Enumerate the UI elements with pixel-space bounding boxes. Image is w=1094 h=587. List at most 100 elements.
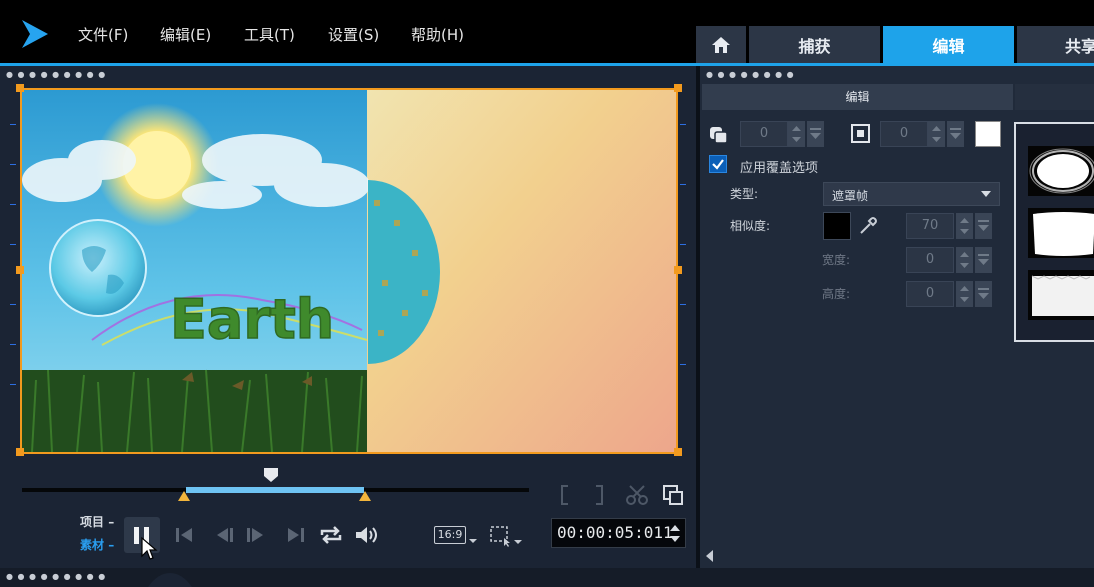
stepper-up-down[interactable] xyxy=(788,121,805,147)
ruler-tick xyxy=(10,244,16,245)
ruler-tick xyxy=(680,364,686,365)
similarity-stepper[interactable] xyxy=(956,213,992,239)
stepper-dropdown[interactable] xyxy=(975,247,992,273)
shadow-stepper[interactable] xyxy=(928,121,964,147)
key-color-swatch[interactable] xyxy=(823,212,851,240)
border-width-input[interactable]: 0 xyxy=(740,121,788,147)
overlay-type-select[interactable]: 遮罩帧 xyxy=(823,182,1000,206)
resize-handle[interactable] xyxy=(674,266,682,274)
panel-grip[interactable]: ● ● ● ● ● ● ● ● xyxy=(706,70,795,79)
border-color-swatch[interactable] xyxy=(975,121,1001,147)
height-stepper[interactable] xyxy=(956,281,992,307)
resize-handle[interactable] xyxy=(16,266,24,274)
ruler-tick xyxy=(680,124,686,125)
shadow-input[interactable]: 0 xyxy=(880,121,928,147)
options-panel: ● ● ● ● ● ● ● ● 编辑 0 0 应用覆盖选项 类型: 遮罩帧 相似… xyxy=(700,66,1094,568)
resize-handle[interactable] xyxy=(16,448,24,456)
collapse-panel-arrow-icon[interactable] xyxy=(706,550,713,562)
ruler-tick xyxy=(10,304,16,305)
stepper-arrows-icon xyxy=(792,126,801,142)
timecode-stepper-icon[interactable] xyxy=(668,522,682,546)
resize-handle[interactable] xyxy=(16,84,24,92)
mask-frame-thumbnail[interactable] xyxy=(1028,208,1094,258)
similarity-input[interactable]: 70 xyxy=(906,213,954,239)
video-editor-window: 文件(F) 编辑(E) 工具(T) 设置(S) 帮助(H) 捕获 编辑 共享 ●… xyxy=(0,0,1094,587)
border-width-stepper[interactable] xyxy=(788,121,824,147)
stepper-up-down[interactable] xyxy=(928,121,945,147)
type-label: 类型: xyxy=(730,187,759,201)
height-input[interactable]: 0 xyxy=(906,281,954,307)
tab-capture[interactable]: 捕获 xyxy=(749,26,880,64)
ruler-tick xyxy=(10,384,16,385)
previous-frame-icon[interactable] xyxy=(212,525,236,545)
apply-overlay-checkbox[interactable] xyxy=(709,155,727,173)
stepper-arrows-icon xyxy=(960,218,969,234)
app-logo-icon xyxy=(22,20,48,48)
stepper-arrows-icon xyxy=(932,126,941,142)
tab-edit[interactable]: 编辑 xyxy=(883,26,1014,64)
menu-tools[interactable]: 工具(T) xyxy=(244,24,295,45)
video-preview[interactable]: Earth xyxy=(20,88,678,454)
volume-icon[interactable] xyxy=(353,524,381,546)
width-stepper[interactable] xyxy=(956,247,992,273)
timecode-display[interactable]: 00:00:05:011 xyxy=(551,518,686,548)
stepper-dropdown[interactable] xyxy=(975,213,992,239)
width-input[interactable]: 0 xyxy=(906,247,954,273)
next-frame-icon[interactable] xyxy=(244,525,268,545)
ruler-tick xyxy=(680,184,686,185)
preview-frame: Earth xyxy=(22,90,676,452)
stepper-dropdown[interactable] xyxy=(975,281,992,307)
split-clip-icon[interactable] xyxy=(624,484,650,506)
tab-home[interactable] xyxy=(696,26,746,64)
stepper-up-down[interactable] xyxy=(956,213,973,239)
mask-frame-thumbnail[interactable] xyxy=(1028,270,1094,320)
chevron-down-icon xyxy=(810,128,821,139)
mask-frame-gallery xyxy=(1014,122,1094,342)
aspect-ratio-button[interactable]: 16:9 xyxy=(434,526,466,544)
eyedropper-icon[interactable] xyxy=(858,216,878,236)
overlay-type-value: 遮罩帧 xyxy=(832,189,869,203)
panel-grip[interactable]: ● ● ● ● ● ● ● ● ● xyxy=(6,70,106,79)
mark-in-handle[interactable] xyxy=(178,491,190,501)
resize-handle[interactable] xyxy=(674,84,682,92)
options-tab-secondary[interactable] xyxy=(1015,84,1094,110)
zoom-select-icon[interactable] xyxy=(488,524,524,548)
project-mode-label[interactable]: 项目 – xyxy=(80,513,114,530)
chevron-down-icon[interactable] xyxy=(468,538,478,544)
stepper-arrows-icon xyxy=(960,286,969,302)
resize-handle[interactable] xyxy=(674,448,682,456)
tab-share[interactable]: 共享 xyxy=(1017,26,1094,64)
options-tab-edit[interactable]: 编辑 xyxy=(702,84,1013,110)
mouse-cursor-icon xyxy=(141,536,158,560)
stepper-arrows-icon xyxy=(960,252,969,268)
check-icon xyxy=(712,159,724,170)
mark-out-icon[interactable] xyxy=(592,484,606,506)
mask-frame-thumbnail[interactable] xyxy=(1028,146,1094,196)
playhead-handle[interactable] xyxy=(263,467,279,483)
workspace-tabs: 捕获 编辑 共享 xyxy=(696,26,1094,64)
player-panel: ● ● ● ● ● ● ● ● ● Earth 项目 – 素材 – 16:9 0… xyxy=(0,66,696,568)
mark-out-handle[interactable] xyxy=(359,491,371,501)
repeat-icon[interactable] xyxy=(318,524,344,546)
enlarge-preview-icon[interactable] xyxy=(662,484,684,506)
stepper-up-down[interactable] xyxy=(956,247,973,273)
menu-settings[interactable]: 设置(S) xyxy=(328,24,379,45)
chevron-down-icon xyxy=(978,220,989,231)
menu-file[interactable]: 文件(F) xyxy=(78,24,128,45)
menu-edit[interactable]: 编辑(E) xyxy=(160,24,211,45)
menu-help[interactable]: 帮助(H) xyxy=(411,24,464,45)
ruler-tick xyxy=(10,164,16,165)
stepper-dropdown[interactable] xyxy=(947,121,964,147)
chevron-down-icon xyxy=(978,254,989,265)
timecode-text: 00:00:05:011 xyxy=(557,523,673,542)
go-to-end-icon[interactable] xyxy=(284,525,308,545)
panel-grip[interactable]: ● ● ● ● ● ● ● ● ● xyxy=(6,572,106,581)
stepper-dropdown[interactable] xyxy=(807,121,824,147)
ruler-tick xyxy=(10,204,16,205)
clip-mode-label[interactable]: 素材 – xyxy=(80,536,114,553)
mark-in-icon[interactable] xyxy=(558,484,572,506)
go-to-start-icon[interactable] xyxy=(172,525,196,545)
ruler-tick xyxy=(10,124,16,125)
stepper-up-down[interactable] xyxy=(956,281,973,307)
menu-bar: 文件(F) 编辑(E) 工具(T) 设置(S) 帮助(H) 捕获 编辑 共享 xyxy=(0,0,1094,64)
